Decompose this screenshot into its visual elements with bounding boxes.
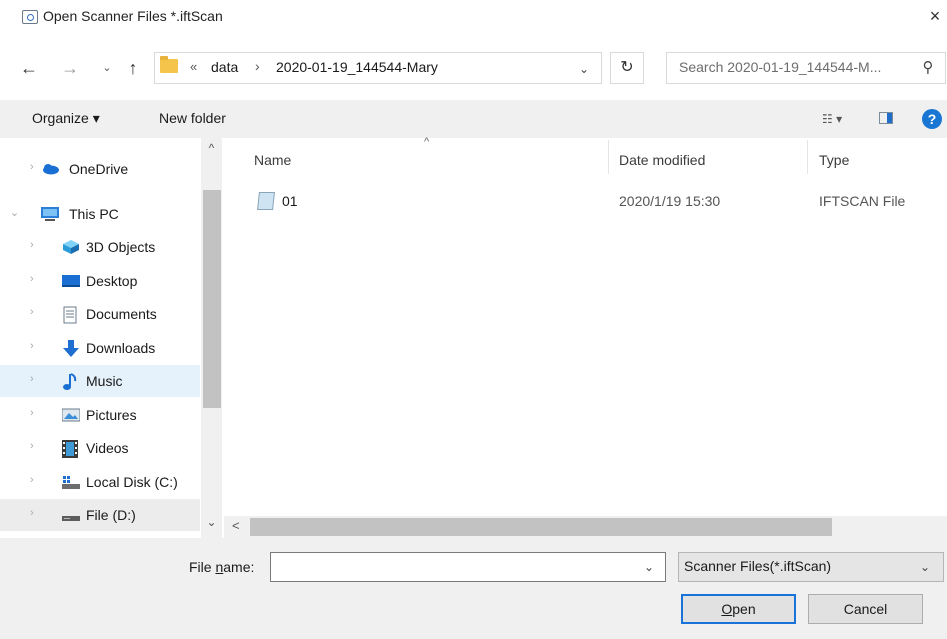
expand-chevron-icon[interactable]: › [30, 161, 34, 173]
refresh-button[interactable]: ↻ [610, 52, 644, 84]
nav-item-label: This PC [69, 206, 119, 222]
cancel-button[interactable]: Cancel [808, 594, 923, 624]
breadcrumb-overflow-button[interactable]: « [190, 59, 197, 74]
file-name-input[interactable] [270, 552, 666, 582]
preview-pane-icon[interactable] [879, 112, 893, 124]
file-name-label-part: File [189, 559, 216, 575]
nav-item-label: OneDrive [69, 161, 129, 177]
nav-item-label: Videos [86, 440, 129, 456]
expand-chevron-icon[interactable]: › [30, 373, 34, 385]
column-header-type[interactable]: Type [819, 152, 849, 168]
nav-item-label: Desktop [86, 273, 138, 289]
open-accelerator: O [721, 601, 733, 617]
drive-icon [62, 507, 80, 523]
nav-item-label: Music [86, 373, 123, 389]
nav-item-file-d[interactable]: › File (D:) [0, 499, 200, 531]
nav-item-label: Downloads [86, 340, 156, 356]
column-divider[interactable] [608, 140, 609, 174]
breadcrumb-separator[interactable]: › [255, 58, 260, 74]
onedrive-icon [40, 161, 59, 177]
nav-item-pictures[interactable]: › Pictures [0, 399, 200, 431]
expand-chevron-icon[interactable]: › [30, 239, 34, 251]
file-type-selected-value: Scanner Files(*.iftScan) [684, 558, 832, 574]
open-label: pen [732, 601, 756, 617]
expand-chevron-icon[interactable]: › [30, 474, 34, 486]
nav-item-3d-objects[interactable]: › 3D Objects [0, 231, 200, 263]
column-header-date-modified[interactable]: Date modified [619, 152, 705, 168]
file-row-name[interactable]: 01 [282, 193, 298, 209]
forward-button[interactable]: → [57, 56, 83, 80]
videos-icon [62, 440, 80, 458]
file-name-label: File name: [189, 559, 254, 575]
desktop-icon [62, 273, 80, 289]
breadcrumb-current-folder[interactable]: 2020-01-19_144544-Mary [276, 59, 438, 75]
scroll-left-icon[interactable]: < [232, 518, 240, 533]
nav-item-label: Pictures [86, 407, 137, 423]
help-icon[interactable]: ? [922, 109, 942, 129]
recent-locations-button[interactable]: ⌄ [98, 56, 116, 80]
horizontal-scrollbar-thumb[interactable] [250, 518, 832, 536]
back-button[interactable]: ← [16, 56, 42, 80]
pictures-icon [61, 407, 81, 423]
expand-chevron-icon[interactable]: › [30, 340, 34, 352]
file-row-type[interactable]: IFTSCAN File [819, 193, 905, 209]
nav-item-this-pc[interactable]: ⌄ This PC [0, 198, 200, 230]
folder-icon [160, 56, 178, 73]
up-button[interactable]: ↑ [120, 56, 146, 80]
expand-chevron-icon[interactable]: › [30, 407, 34, 419]
nav-item-music[interactable]: › Music [0, 365, 200, 397]
expand-chevron-icon[interactable]: › [30, 306, 34, 318]
file-name-label-part: ame: [223, 559, 255, 575]
nav-scrollbar-thumb[interactable] [203, 190, 221, 408]
column-header-name[interactable]: Name [254, 152, 291, 168]
nav-item-local-disk-c[interactable]: › Local Disk (C:) [0, 466, 200, 498]
organize-button[interactable]: Organize ▾ [32, 110, 100, 127]
file-icon[interactable] [257, 192, 275, 210]
music-icon [62, 373, 80, 390]
3d-objects-icon [62, 239, 80, 255]
nav-item-label: Local Disk (C:) [86, 474, 178, 490]
view-options-button[interactable]: ☷ ▾ [822, 108, 866, 130]
address-dropdown-button[interactable]: ⌄ [572, 57, 596, 81]
column-divider[interactable] [807, 140, 808, 174]
computer-icon [40, 206, 59, 222]
scroll-up-icon[interactable]: ^ [201, 141, 222, 155]
expand-chevron-icon[interactable]: › [30, 273, 34, 285]
close-button[interactable]: × [924, 4, 946, 28]
downloads-icon [62, 340, 80, 357]
file-row-date[interactable]: 2020/1/19 15:30 [619, 193, 720, 209]
command-bar [0, 100, 947, 138]
new-folder-button[interactable]: New folder [159, 110, 226, 126]
search-placeholder: Search 2020-01-19_144544-M... [679, 59, 882, 75]
nav-item-label: 3D Objects [86, 239, 156, 255]
nav-item-label: File (D:) [86, 507, 136, 523]
sort-ascending-icon: ^ [424, 136, 430, 148]
nav-item-documents[interactable]: › Documents [0, 298, 200, 330]
scanner-doc-icon [22, 10, 38, 24]
nav-item-downloads[interactable]: › Downloads [0, 332, 200, 364]
local-disk-icon [62, 474, 80, 490]
window-title: Open Scanner Files *.iftScan [43, 8, 223, 24]
nav-item-label: Documents [86, 306, 157, 322]
nav-item-videos[interactable]: › Videos [0, 432, 200, 464]
expand-chevron-icon[interactable]: › [30, 507, 34, 519]
breadcrumb-data[interactable]: data [211, 59, 238, 75]
documents-icon [62, 306, 80, 324]
search-icon[interactable]: ⚲ [919, 57, 937, 79]
file-type-dropdown-icon[interactable]: ⌄ [915, 556, 935, 578]
open-button[interactable]: Open [681, 594, 796, 624]
collapse-chevron-icon[interactable]: ⌄ [10, 206, 19, 219]
file-name-dropdown-button[interactable]: ⌄ [637, 556, 661, 578]
navigation-pane: › OneDrive ⌄ This PC › 3D Objects › Desk… [0, 138, 222, 538]
scroll-down-icon[interactable]: ⌄ [201, 515, 222, 529]
expand-chevron-icon[interactable]: › [30, 440, 34, 452]
nav-item-desktop[interactable]: › Desktop [0, 265, 200, 297]
nav-item-onedrive[interactable]: › OneDrive [0, 153, 200, 185]
